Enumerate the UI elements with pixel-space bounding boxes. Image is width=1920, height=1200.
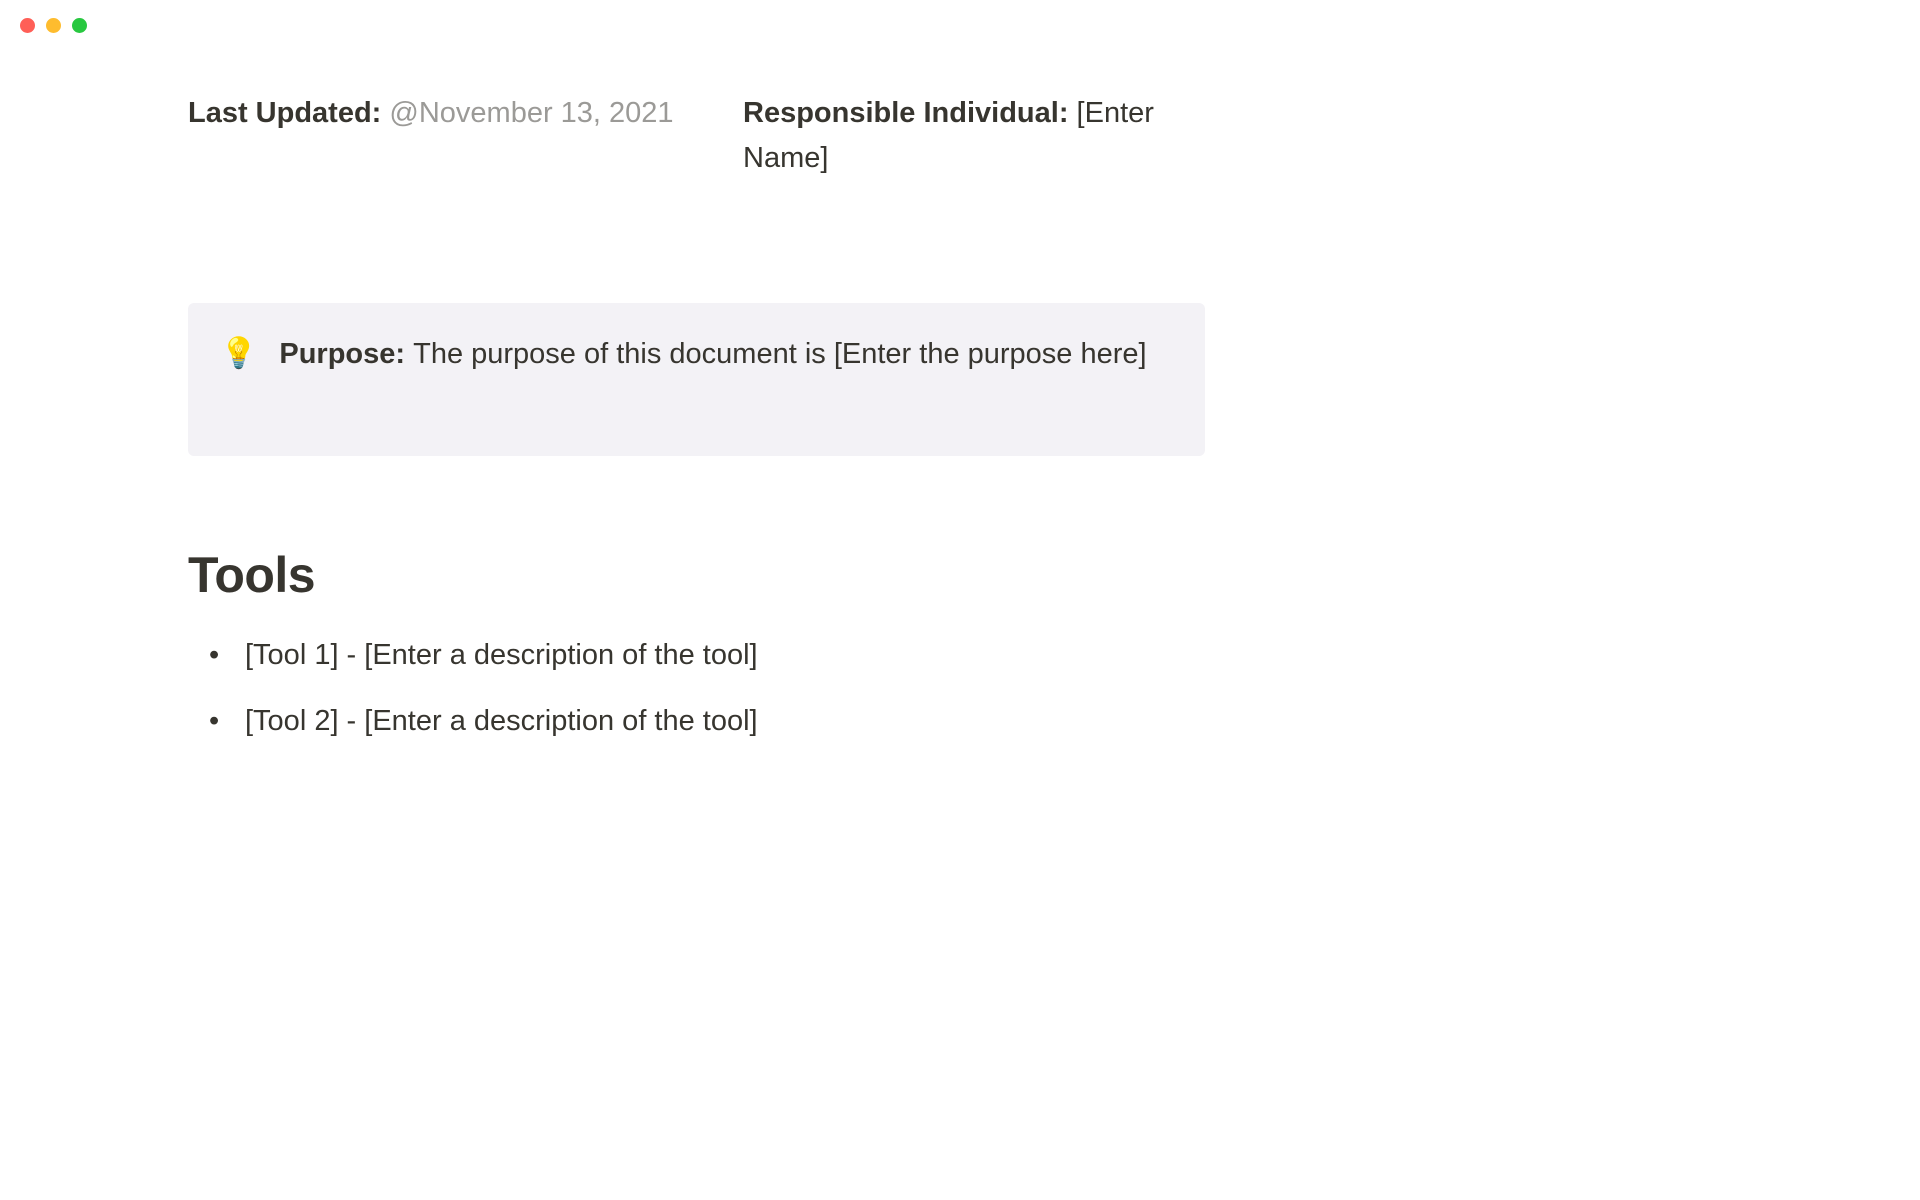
window-titlebar: [0, 0, 1390, 51]
close-window-button[interactable]: [20, 18, 35, 33]
purpose-label: Purpose:: [279, 338, 413, 370]
document-content[interactable]: Last Updated: @November 13, 2021 Respons…: [0, 51, 1390, 743]
tools-list: [Tool 1] - [Enter a description of the t…: [195, 634, 1205, 743]
last-updated-label: Last Updated:: [188, 97, 389, 129]
purpose-callout[interactable]: 💡 Purpose: The purpose of this document …: [188, 303, 1205, 457]
maximize-window-button[interactable]: [72, 18, 87, 33]
purpose-text[interactable]: The purpose of this document is [Enter t…: [413, 338, 1146, 370]
minimize-window-button[interactable]: [46, 18, 61, 33]
responsible-label: Responsible Individual:: [743, 97, 1077, 129]
responsible-field[interactable]: Responsible Individual: [Enter Name]: [743, 91, 1205, 181]
tools-heading[interactable]: Tools: [188, 546, 1205, 604]
lightbulb-icon: 💡: [220, 333, 257, 375]
list-item[interactable]: [Tool 2] - [Enter a description of the t…: [195, 700, 1205, 744]
last-updated-field[interactable]: Last Updated: @November 13, 2021: [188, 91, 743, 181]
list-item[interactable]: [Tool 1] - [Enter a description of the t…: [195, 634, 1205, 678]
meta-row: Last Updated: @November 13, 2021 Respons…: [188, 91, 1205, 181]
last-updated-value[interactable]: @November 13, 2021: [389, 97, 673, 129]
